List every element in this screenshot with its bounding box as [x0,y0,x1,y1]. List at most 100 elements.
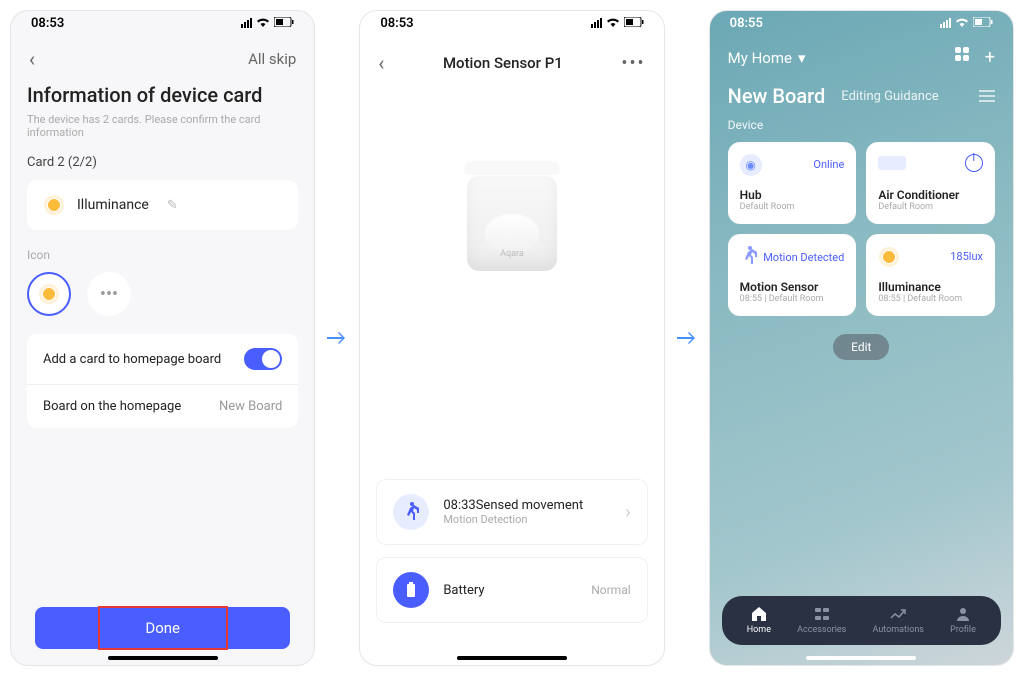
ellipsis-icon: ••• [100,284,118,305]
board-select-row[interactable]: Board on the homepage New Board [27,385,298,428]
device-card-illuminance[interactable]: 185lux Illuminance 08:55 | Default Room [866,234,995,316]
back-button[interactable]: ‹ [378,51,384,75]
add-button[interactable]: + [985,47,995,68]
navbar: ‹ All skip [11,35,314,83]
status-icons [241,16,294,30]
navbar: ‹ Motion Sensor P1 ••• [360,35,663,91]
device-room: Default Room [740,202,845,212]
device-name: Motion Sensor [740,280,845,294]
card-counter: Card 2 (2/2) [27,155,298,170]
device-room: 08:55 | Default Room [878,294,983,304]
status-icons [940,16,993,30]
home-selector[interactable]: My Home ▾ [728,49,806,67]
board-header: New Board Editing Guidance [710,80,1013,118]
page-title: Information of device card [27,83,298,107]
status-bar: 08:55 [710,11,1013,35]
flow-arrow [677,332,697,344]
device-image: Aqara [457,151,567,271]
nav-automations[interactable]: Automations [873,606,924,635]
home-icon [750,606,768,622]
sun-icon [38,283,60,305]
motion-icon [740,246,758,271]
device-card-ac[interactable]: Air Conditioner Default Room [866,142,995,224]
page-title: Motion Sensor P1 [443,54,563,72]
card-name-field[interactable]: Illuminance ✎ [27,180,298,230]
status-bar: 08:53 [360,11,663,35]
device-card-motion[interactable]: Motion Detected Motion Sensor 08:55 | De… [728,234,857,316]
home-indicator[interactable] [457,656,567,660]
battery-card[interactable]: Battery Normal [376,557,647,623]
time: 08:55 [730,16,763,31]
page-subtitle: The device has 2 cards. Please confirm t… [27,113,298,139]
edit-icon[interactable]: ✎ [167,198,178,213]
wifi-icon [256,16,270,30]
wifi-icon [606,16,620,30]
device-name: Hub [740,188,845,202]
signal-icon [940,18,951,28]
icon-option-sun[interactable] [27,272,71,316]
automations-icon [889,606,907,622]
board-subtitle[interactable]: Editing Guidance [841,89,938,104]
battery-icon [274,16,294,30]
toggle-add-card[interactable] [244,348,282,370]
done-button[interactable]: Done [35,607,290,649]
signal-icon [241,18,252,28]
icon-option-more[interactable]: ••• [87,272,131,316]
status-badge: 185lux [950,250,983,264]
settings-card: Add a card to homepage board Board on th… [27,334,298,428]
time: 08:53 [31,16,64,31]
status-bar: 08:53 [11,11,314,35]
device-room: Default Room [878,202,983,212]
chevron-right-icon: › [625,502,630,523]
device-name: Illuminance [878,280,983,294]
device-room: 08:55 | Default Room [740,294,845,304]
motion-subtitle: Motion Detection [443,513,611,526]
walk-icon [393,494,429,530]
screen-2-motion-sensor: 08:53 ‹ Motion Sensor P1 ••• Aqara [359,10,664,666]
ac-icon [878,156,906,170]
setting-value: New Board [219,399,282,414]
board-name[interactable]: New Board [728,84,826,108]
more-button[interactable]: ••• [621,53,645,74]
skip-button[interactable]: All skip [248,50,296,68]
profile-icon [954,606,972,622]
home-header: My Home ▾ + [710,35,1013,80]
flow-arrow [327,332,347,344]
battery-icon [973,16,993,30]
sun-icon [43,194,65,216]
battery-value: Normal [591,583,630,597]
edit-button[interactable]: Edit [833,334,889,360]
status-badge: Online [813,158,844,172]
motion-detection-card[interactable]: 08:33Sensed movement Motion Detection › [376,479,647,545]
home-indicator[interactable] [806,656,916,660]
battery-label: Battery [443,583,577,598]
battery-icon [393,572,429,608]
section-title: Device [728,118,995,132]
card-name: Illuminance [77,197,149,213]
setting-label: Board on the homepage [43,399,181,414]
hub-icon: ◉ [740,154,762,176]
status-icons [591,16,644,30]
accessories-icon [813,606,831,622]
icon-section-label: Icon [27,248,298,262]
screen-1-device-card: 08:53 ‹ All skip Information of device c… [10,10,315,666]
motion-title: 08:33Sensed movement [443,498,611,513]
screen-3-home-board: 08:55 My Home ▾ + New Board Editing Guid… [709,10,1014,666]
brand-label: Aqara [500,249,524,259]
nav-home[interactable]: Home [747,606,771,635]
grid-icon[interactable] [955,47,969,61]
back-button[interactable]: ‹ [29,47,35,71]
battery-icon [624,16,644,30]
wifi-icon [955,16,969,30]
nav-profile[interactable]: Profile [950,606,976,635]
chevron-down-icon: ▾ [798,49,806,67]
menu-icon[interactable] [979,87,995,106]
device-name: Air Conditioner [878,188,983,202]
nav-accessories[interactable]: Accessories [797,606,846,635]
power-icon[interactable] [965,154,983,172]
device-card-hub[interactable]: ◉ Online Hub Default Room [728,142,857,224]
sun-icon [878,246,900,268]
home-indicator[interactable] [108,656,218,660]
setting-label: Add a card to homepage board [43,352,221,367]
bottom-nav: Home Accessories Automations Profile [722,596,1001,645]
